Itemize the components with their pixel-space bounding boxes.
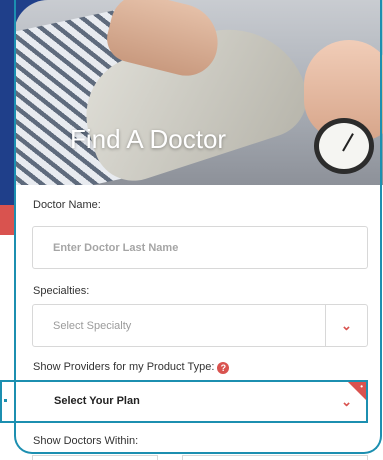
distance-label: Show Doctors Within: [33,435,139,447]
product-type-label-text: Show Providers for my Product Type: [33,361,215,373]
corner-dot-icon: • [360,382,363,391]
specialty-select[interactable]: Select Specialty ⌄ [32,304,368,347]
blood-pressure-gauge-icon [314,118,374,174]
doctor-name-input[interactable]: Enter Doctor Last Name [32,226,368,269]
product-type-label: Show Providers for my Product Type:? [33,361,230,374]
distance-fields[interactable] [32,455,368,460]
chevron-down-icon[interactable]: ⌄ [341,394,352,410]
doctor-name-label: Doctor Name: [33,199,101,211]
hero-photo: Find A Doctor [14,0,383,185]
doctor-name-placeholder: Enter Doctor Last Name [53,241,179,254]
red-accent-bar [0,205,14,235]
distance-select[interactable] [32,455,158,460]
chevron-down-icon[interactable]: ⌄ [325,305,367,346]
plan-select[interactable]: Select Your Plan • ⌄ [0,380,368,423]
zip-code-input[interactable] [182,455,368,460]
page-title: Find A Doctor [70,124,227,154]
plan-select-value: Select Your Plan [54,395,140,407]
question-circle-icon[interactable]: ? [217,362,230,374]
specialties-label: Specialties: [33,285,90,297]
focus-dot [4,399,7,402]
specialty-select-value: Select Specialty [53,319,132,332]
